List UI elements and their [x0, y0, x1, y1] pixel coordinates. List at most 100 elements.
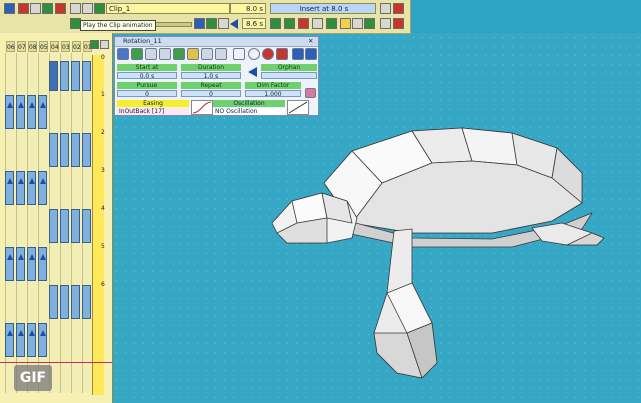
keyframe[interactable]	[49, 285, 58, 319]
more-icon[interactable]	[82, 3, 93, 14]
export-icon[interactable]	[326, 18, 337, 29]
keyframe[interactable]	[82, 61, 91, 91]
time-field[interactable]: 8.0 s	[230, 3, 266, 14]
keyframe[interactable]	[82, 285, 91, 319]
pursue-field[interactable]: 0	[117, 90, 177, 98]
keyframe[interactable]	[82, 133, 91, 167]
keyframe[interactable]	[49, 133, 58, 167]
keyframe[interactable]	[60, 209, 69, 243]
track-header[interactable]: 04	[50, 41, 59, 52]
keyframe[interactable]	[16, 171, 25, 205]
settings-icon[interactable]	[364, 18, 375, 29]
link-icon[interactable]	[305, 88, 316, 98]
track-header[interactable]: 06	[6, 41, 15, 52]
copy-icon[interactable]	[145, 48, 157, 60]
paste-icon[interactable]	[159, 48, 171, 60]
keyframe[interactable]	[38, 323, 47, 357]
easing-curve-icon[interactable]	[191, 100, 213, 115]
keyframe[interactable]	[71, 133, 80, 167]
keyframe[interactable]	[16, 323, 25, 357]
window2-icon[interactable]	[380, 18, 391, 29]
exit-icon[interactable]	[393, 3, 404, 14]
stop-icon[interactable]	[262, 48, 274, 60]
keyframe[interactable]	[60, 133, 69, 167]
keyframe[interactable]	[38, 171, 47, 205]
keyframe[interactable]	[16, 247, 25, 281]
time-ruler[interactable]	[92, 55, 104, 395]
list-icon[interactable]	[117, 48, 129, 60]
timeline-panel[interactable]: 06 07 08 05 04 03 02 01 1 0 2 3 4 5 6	[0, 33, 113, 403]
delete-key-icon[interactable]	[298, 18, 309, 29]
playhead-line[interactable]	[0, 362, 112, 363]
keyframe[interactable]	[5, 95, 14, 129]
gear-icon[interactable]	[352, 18, 363, 29]
info-icon[interactable]	[233, 48, 245, 60]
keyframe[interactable]	[27, 323, 36, 357]
back-arrow-icon[interactable]	[230, 19, 238, 29]
grid-icon[interactable]	[30, 3, 41, 14]
keyframe[interactable]	[49, 61, 58, 91]
duration-field[interactable]: 1.0 s	[181, 72, 241, 80]
bounce-icon[interactable]	[194, 18, 205, 29]
keyframe[interactable]	[16, 95, 25, 129]
track-header[interactable]: 02	[72, 41, 81, 52]
bone-icon[interactable]	[340, 18, 351, 29]
delete-icon[interactable]	[276, 48, 288, 60]
track-header[interactable]: 03	[61, 41, 70, 52]
oscillation-select[interactable]: NO Oscillation	[213, 108, 285, 115]
move-key-icon[interactable]	[284, 18, 295, 29]
keyframe[interactable]	[82, 209, 91, 243]
keyframe[interactable]	[27, 95, 36, 129]
keyframe[interactable]	[60, 285, 69, 319]
keyframe[interactable]	[71, 61, 80, 91]
close-icon[interactable]	[393, 18, 404, 29]
keyframe[interactable]	[38, 95, 47, 129]
pin-icon[interactable]	[70, 3, 81, 14]
track-header[interactable]: 08	[28, 41, 37, 52]
keyframe[interactable]	[5, 247, 14, 281]
keyframe[interactable]	[27, 247, 36, 281]
easing-select[interactable]: InOutBack [17]	[117, 108, 189, 115]
secondary-time-field[interactable]: 8.6 s	[242, 18, 266, 29]
repeat-icon[interactable]	[206, 18, 217, 29]
group-icon[interactable]	[173, 48, 185, 60]
keyframe[interactable]	[38, 247, 47, 281]
image-icon[interactable]	[201, 48, 213, 60]
folder-icon[interactable]	[187, 48, 199, 60]
keyframe[interactable]	[60, 61, 69, 91]
track-header[interactable]: 05	[39, 41, 48, 52]
panel-close-button[interactable]: ✕	[308, 37, 313, 46]
circle-icon[interactable]	[248, 48, 260, 60]
track-header[interactable]: 07	[17, 41, 26, 52]
repeat-field[interactable]: 0	[181, 90, 241, 98]
grid-icon[interactable]	[131, 48, 143, 60]
keyframe[interactable]	[5, 171, 14, 205]
user-icon[interactable]	[215, 48, 227, 60]
start-at-field[interactable]: 0.0 s	[117, 72, 177, 80]
keyframe[interactable]	[71, 209, 80, 243]
dim-factor-field[interactable]: 1.000	[245, 90, 301, 98]
oscillation-curve-icon[interactable]	[287, 100, 309, 115]
clip-icon[interactable]	[94, 3, 105, 14]
layers-icon[interactable]	[42, 3, 53, 14]
keyframe[interactable]	[71, 285, 80, 319]
camera-icon[interactable]	[218, 18, 229, 29]
eye-icon[interactable]	[312, 18, 323, 29]
skip-back-icon[interactable]	[292, 48, 304, 60]
keyframe[interactable]	[49, 209, 58, 243]
target-icon[interactable]	[55, 3, 66, 14]
play-icon[interactable]	[4, 3, 15, 14]
track-options-icon[interactable]	[100, 40, 109, 49]
clip-name-field[interactable]: Clip_1	[106, 3, 230, 14]
window-icon[interactable]	[380, 3, 391, 14]
panel-titlebar[interactable]: Rotation_11 ✕	[115, 37, 318, 47]
keyframe[interactable]	[27, 171, 36, 205]
orphan-slider[interactable]	[261, 72, 317, 79]
skip-forward-icon[interactable]	[305, 48, 317, 60]
record-icon[interactable]	[18, 3, 29, 14]
keyframe[interactable]	[5, 323, 14, 357]
orphan-arrow-icon[interactable]	[248, 67, 257, 77]
add-key-icon[interactable]	[270, 18, 281, 29]
add-track-icon[interactable]	[90, 40, 99, 49]
insert-at-field[interactable]: Insert at 8.0 s	[270, 3, 376, 14]
